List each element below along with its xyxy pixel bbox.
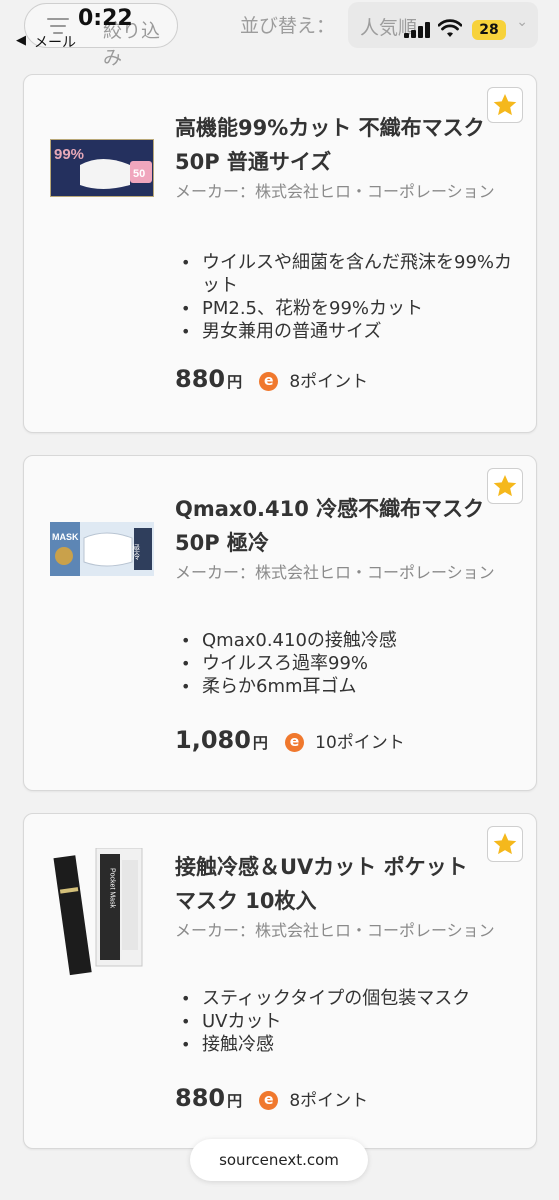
points-e-icon: e (259, 1091, 279, 1110)
product-image-badge: 極冷 (132, 543, 141, 561)
battery-icon: 28 (472, 20, 506, 40)
feature-item: PM2.5、花粉を99%カット (175, 297, 515, 320)
feature-list: ウイルスや細菌を含んだ飛沫を99%カット PM2.5、花粉を99%カット 男女兼… (175, 251, 515, 343)
feature-item: UVカット (175, 1010, 515, 1033)
feature-list: スティックタイプの個包装マスク UVカット 接触冷感 (175, 987, 515, 1056)
back-arrow-icon[interactable]: ◀ (16, 33, 26, 48)
product-image: Pocket Mask (53, 848, 143, 976)
product-card[interactable]: 99% 50 高機能99%カット 不織布マスク 50P 普通サイズ メーカー：株… (23, 74, 537, 433)
product-card[interactable]: MASK 極冷 Qmax0.410 冷感不織布マスク 50P 極冷 メーカー：株… (23, 455, 537, 791)
wifi-icon (438, 19, 462, 37)
favorite-button[interactable] (487, 468, 523, 504)
price: 1,080 (175, 726, 251, 754)
points-e-icon: e (285, 733, 305, 752)
feature-list: Qmax0.410の接触冷感 ウイルスろ過率99% 柔らか6mm耳ゴム (175, 629, 515, 698)
back-to-mail-link[interactable]: メール (34, 32, 76, 52)
url-bar[interactable]: sourcenext.com (190, 1139, 368, 1181)
product-card[interactable]: Pocket Mask 接触冷感＆UVカット ポケットマスク 10枚入 メーカー… (23, 813, 537, 1149)
points-label: 10ポイント (315, 733, 405, 753)
price-row: 1,080 円 e 10ポイント (175, 726, 405, 754)
star-icon (493, 93, 517, 116)
feature-item: ウイルスろ過率99% (175, 652, 515, 675)
price-row: 880 円 e 8ポイント (175, 365, 368, 393)
product-title[interactable]: Qmax0.410 冷感不織布マスク 50P 極冷 (175, 492, 485, 560)
feature-item: ウイルスや細菌を含んだ飛沫を99%カット (175, 251, 515, 297)
price-unit: 円 (227, 373, 243, 391)
top-toolbar: 絞り込み 並び替え： 人気順 ⌄ 0:22 ◀ メール 28 (0, 0, 559, 69)
price-row: 880 円 e 8ポイント (175, 1084, 368, 1112)
points-e-icon: e (259, 372, 279, 391)
product-image-text: Pocket Mask (109, 868, 116, 909)
points-label: 8ポイント (289, 1091, 369, 1111)
product-title[interactable]: 接触冷感＆UVカット ポケットマスク 10枚入 (175, 850, 485, 918)
product-image: 99% 50 (50, 139, 154, 197)
feature-item: 柔らか6mm耳ゴム (175, 675, 515, 698)
feature-item: 男女兼用の普通サイズ (175, 320, 515, 343)
product-maker: メーカー：株式会社ヒロ・コーポレーション (175, 182, 495, 201)
feature-item: 接触冷感 (175, 1033, 515, 1056)
product-image-text: 99% (54, 146, 84, 163)
favorite-button[interactable] (487, 87, 523, 123)
chevron-down-icon: ⌄ (516, 14, 528, 30)
product-title[interactable]: 高機能99%カット 不織布マスク 50P 普通サイズ (175, 111, 485, 179)
feature-item: Qmax0.410の接触冷感 (175, 629, 515, 652)
price-unit: 円 (227, 1092, 243, 1110)
feature-item: スティックタイプの個包装マスク (175, 987, 515, 1010)
status-time: 0:22 (78, 6, 133, 31)
product-maker: メーカー：株式会社ヒロ・コーポレーション (175, 921, 495, 940)
points-label: 8ポイント (289, 372, 369, 392)
price-unit: 円 (252, 734, 268, 752)
product-image-text: MASK (52, 532, 79, 542)
favorite-button[interactable] (487, 826, 523, 862)
price: 880 (175, 1084, 226, 1112)
star-icon (493, 832, 517, 855)
signal-icon (404, 22, 430, 38)
product-maker: メーカー：株式会社ヒロ・コーポレーション (175, 563, 495, 582)
star-icon (493, 474, 517, 497)
product-image: MASK 極冷 (50, 522, 154, 576)
sort-label: 並び替え： (240, 15, 336, 37)
product-image-badge: 50 (133, 168, 145, 180)
price: 880 (175, 365, 226, 393)
